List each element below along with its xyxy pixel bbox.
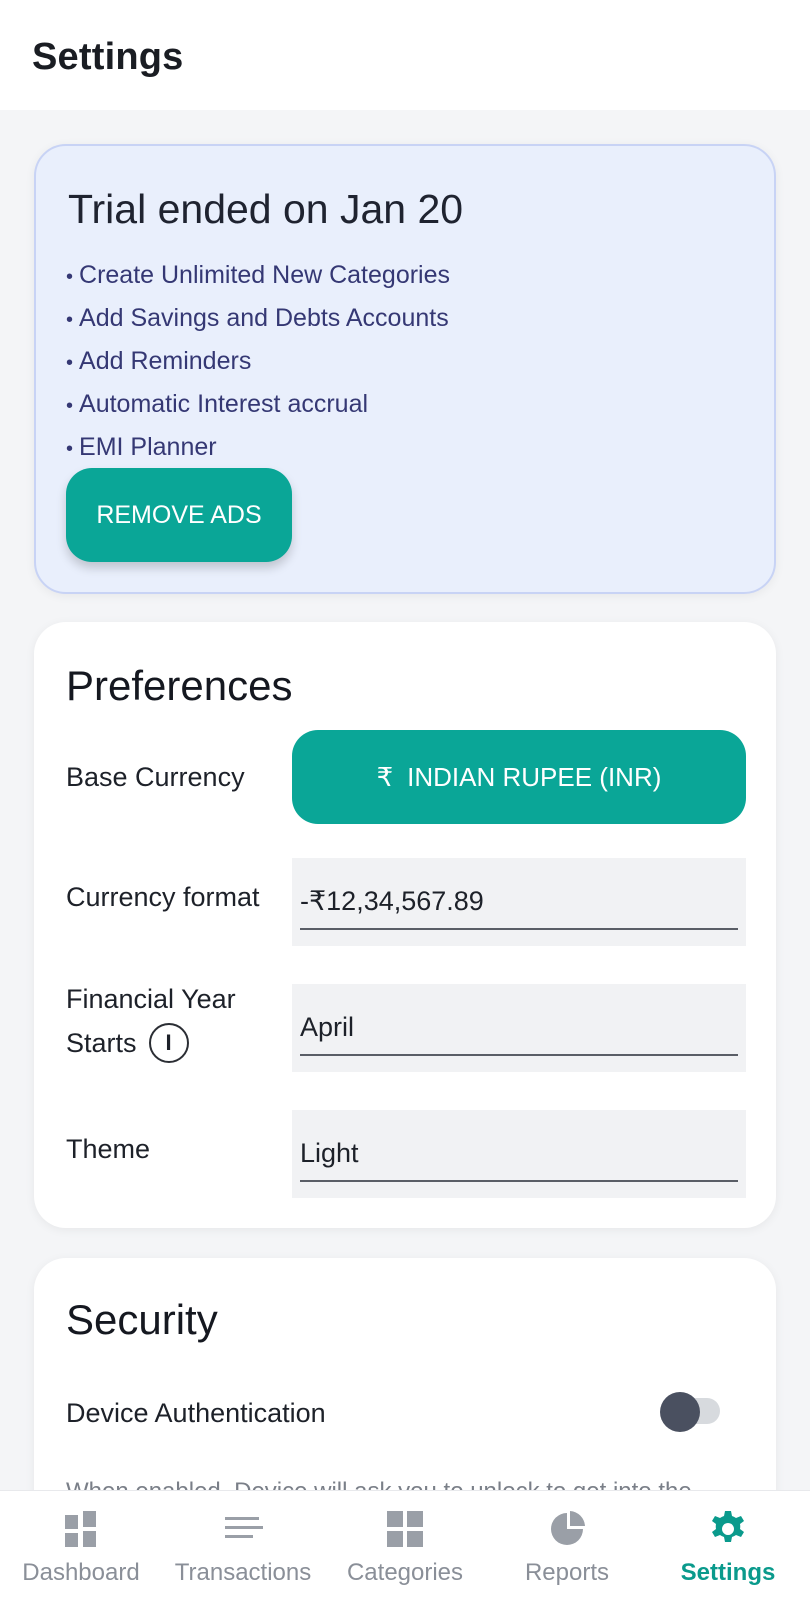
list-item: EMI Planner [66,426,450,469]
nav-label: Reports [524,1559,610,1586]
list-item: Automatic Interest accrual [66,383,450,426]
nav-item-transactions[interactable]: Transactions [168,1491,318,1600]
info-icon[interactable]: I [148,1023,189,1063]
nav-item-dashboard[interactable]: Dashboard [20,1491,142,1600]
preferences-card: Preferences Base Currency ₹ INDIAN RUPEE… [34,622,776,1228]
app-header: Settings [0,0,810,110]
field-underline [300,1054,738,1056]
transactions-icon [225,1517,263,1538]
trial-feature-list: Create Unlimited New Categories Add Savi… [66,254,450,469]
nav-item-reports[interactable]: Reports [508,1491,626,1600]
financial-year-starts-text: Starts [66,1028,137,1058]
device-auth-label: Device Authentication [66,1398,326,1428]
gear-icon [712,1511,744,1542]
theme-field[interactable]: Light [292,1110,746,1198]
nav-item-settings[interactable]: Settings [676,1491,780,1600]
base-currency-button[interactable]: ₹ INDIAN RUPEE (INR) [292,730,746,824]
nav-item-categories[interactable]: Categories [340,1491,470,1600]
trial-title: Trial ended on Jan 20 [68,186,464,232]
field-underline [300,1180,738,1182]
base-currency-value: INDIAN RUPEE (INR) [407,761,662,792]
toggle-thumb[interactable] [660,1392,700,1432]
currency-format-field[interactable]: -₹12,34,567.89 [292,858,746,946]
nav-label: Transactions [174,1559,312,1586]
rupee-icon: ₹ [376,761,394,792]
list-item: Add Reminders [66,340,450,383]
security-title: Security [66,1296,218,1343]
nav-label: Categories [346,1559,464,1586]
currency-format-value: -₹12,34,567.89 [300,886,484,916]
financial-year-field[interactable]: April [292,984,746,1072]
list-item: Create Unlimited New Categories [66,254,450,297]
reports-icon [551,1511,585,1545]
theme-value: Light [300,1138,359,1168]
dashboard-icon [65,1511,96,1547]
financial-year-label-line2: Starts I [66,1022,189,1064]
nav-label: Settings [680,1559,776,1586]
nav-label: Dashboard [22,1559,140,1586]
preferences-title: Preferences [66,662,293,709]
currency-format-label: Currency format [66,882,260,912]
field-underline [300,928,738,930]
bottom-nav: Dashboard Transactions Categories Report… [0,1490,810,1600]
list-item: Add Savings and Debts Accounts [66,297,450,340]
base-currency-label: Base Currency [66,762,245,792]
financial-year-value: April [300,1012,355,1042]
categories-icon [387,1511,423,1547]
theme-label: Theme [66,1134,151,1164]
financial-year-label: Financial Year [66,984,236,1014]
remove-ads-button[interactable]: REMOVE ADS [66,468,292,562]
page-title: Settings [32,36,184,78]
trial-card: Trial ended on Jan 20 Create Unlimited N… [34,144,776,594]
